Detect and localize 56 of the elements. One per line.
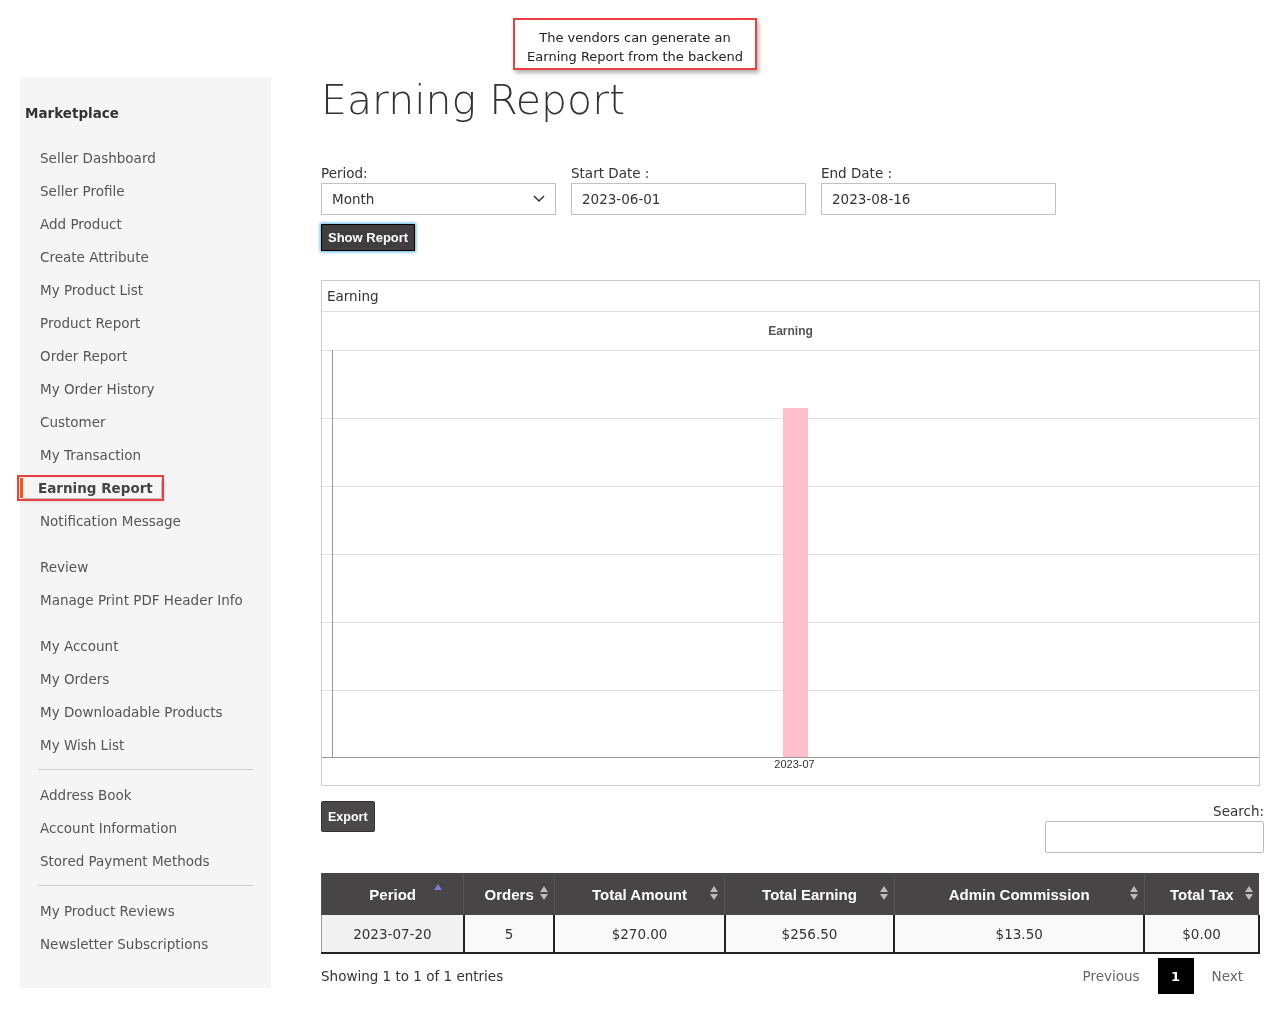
sidebar-item[interactable]: Order Report (22, 345, 136, 366)
sidebar-title: Marketplace (24, 105, 120, 121)
sidebar-item[interactable]: Manage Print PDF Header Info (22, 589, 251, 610)
sidebar-item[interactable]: Account Information (22, 817, 185, 838)
table-cell: $256.50 (724, 915, 895, 953)
next-link[interactable]: Next (1193, 968, 1261, 984)
chart-title: Earning (767, 323, 814, 340)
sidebar-item[interactable]: Create Attribute (22, 246, 157, 267)
sidebar-item[interactable]: Notification Message (22, 510, 189, 531)
table-cell: 2023-07-20 (321, 915, 464, 953)
export-button[interactable]: Export (321, 801, 375, 832)
sidebar-item[interactable]: Customer (22, 411, 114, 432)
page-title: Earning Report (321, 77, 627, 126)
sidebar-item[interactable]: Earning Report (20, 477, 161, 498)
sidebar-item[interactable]: Seller Dashboard (22, 147, 164, 168)
search-field[interactable] (1045, 821, 1264, 853)
previous-link[interactable]: Previous (1064, 968, 1158, 984)
search-label: Search: (1213, 803, 1264, 819)
sidebar-item[interactable]: My Downloadable Products (22, 701, 231, 722)
column-header[interactable]: Total Amount (554, 873, 725, 915)
sidebar-item[interactable]: My Product List (22, 279, 152, 300)
panel-heading: Earning (322, 281, 1259, 312)
column-header[interactable]: Admin Commission (894, 873, 1145, 915)
column-header[interactable]: Total Tax (1144, 873, 1259, 915)
sidebar-item[interactable]: Address Book (22, 784, 140, 805)
page-button[interactable]: 1 (1157, 958, 1194, 994)
sidebar-item[interactable]: My Orders (22, 668, 118, 689)
entries-info: Showing 1 to 1 of 1 entries (321, 968, 504, 984)
start-date-field[interactable]: 2023-06-01 (571, 183, 806, 215)
column-header[interactable]: Period (321, 873, 464, 915)
column-header[interactable]: Total Earning (724, 873, 895, 915)
end-date-label: End Date : (821, 165, 894, 182)
sidebar-item[interactable]: Add Product (22, 213, 130, 234)
sidebar-item[interactable]: Review (22, 556, 97, 577)
column-header[interactable]: Orders (463, 873, 555, 915)
sidebar-item[interactable]: My Transaction (22, 444, 150, 465)
annotation-callout: The vendors can generate an Earning Report from the backend (513, 18, 757, 70)
table-cell: $0.00 (1144, 915, 1259, 953)
sidebar-item[interactable]: My Order History (22, 378, 163, 399)
x-axis-label: 2023-07 (773, 758, 816, 770)
end-date-field[interactable]: 2023-08-16 (821, 183, 1056, 215)
chevron-down-icon (533, 195, 545, 203)
table-cell: $270.00 (554, 915, 725, 953)
sidebar-item[interactable]: Product Report (22, 312, 149, 333)
start-date-label: Start Date : (571, 165, 651, 182)
table-cell: 5 (463, 915, 555, 953)
show-report-button[interactable]: Show Report (321, 224, 416, 251)
sidebar-item[interactable]: My Wish List (22, 734, 133, 755)
sidebar-item[interactable]: My Product Reviews (22, 900, 183, 921)
sidebar-item[interactable]: Seller Profile (22, 180, 133, 201)
period-label: Period: (321, 165, 369, 182)
table-cell: $13.50 (894, 915, 1145, 953)
sidebar-item[interactable]: Stored Payment Methods (22, 850, 218, 871)
period-select[interactable]: Month (321, 183, 556, 215)
sidebar-item[interactable]: My Account (22, 635, 127, 656)
sidebar-item[interactable]: Newsletter Subscriptions (22, 933, 217, 954)
